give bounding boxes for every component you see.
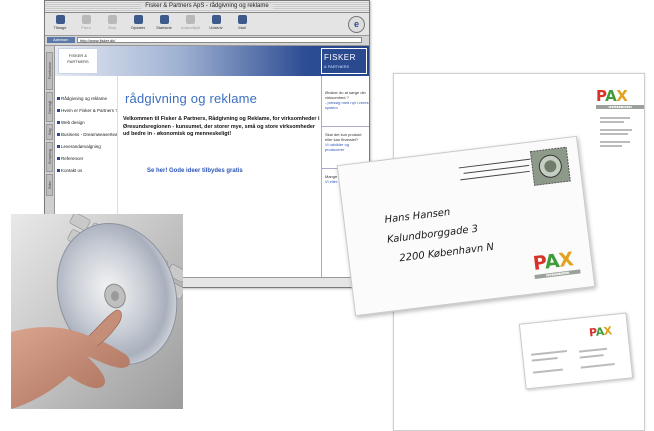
side-tab-search[interactable]: Søg bbox=[46, 124, 53, 140]
forward-arrow-icon bbox=[81, 15, 91, 24]
back-button[interactable]: Tilbage bbox=[51, 15, 69, 30]
site-logo[interactable]: FISKER & PARTNERS bbox=[58, 48, 98, 74]
pax-logo-letterhead: PAX KOMMUNIKATION bbox=[596, 86, 644, 109]
pax-logo-card: PAX bbox=[588, 324, 613, 340]
side-tab-scrapbook[interactable]: Scrapbog bbox=[46, 142, 53, 172]
site-banner: FISKER & PARTNERS FISKER & PARTNERS bbox=[55, 46, 369, 76]
envelope: Hans Hansen Kalundborggade 3 2200 Københ… bbox=[336, 135, 596, 317]
nav-item-leverandor[interactable]: Leverandørvalgning bbox=[57, 144, 117, 150]
browser-logo-icon: e bbox=[348, 16, 365, 33]
printer-icon bbox=[211, 15, 221, 24]
nav-item-web-design[interactable]: Web design bbox=[57, 120, 117, 126]
side-tab-pages[interactable]: Sider bbox=[46, 174, 53, 196]
home-button[interactable]: Startside bbox=[155, 15, 173, 30]
card-text-line bbox=[580, 363, 615, 369]
welcome-text: Velkommen til Fisker & Partners, Rådgivn… bbox=[123, 116, 320, 138]
back-arrow-icon bbox=[55, 15, 65, 24]
side-tab-history[interactable]: Oversigt bbox=[46, 92, 53, 122]
cd-photo-illustration bbox=[11, 214, 183, 409]
card-text-line bbox=[579, 354, 604, 359]
nav-item-referencer[interactable]: Referencer bbox=[57, 156, 117, 162]
print-button[interactable]: Udskriv bbox=[207, 15, 225, 30]
refresh-button[interactable]: Opdater bbox=[129, 15, 147, 30]
address-label: Adresse: bbox=[47, 37, 75, 43]
letterhead-address-block bbox=[600, 115, 640, 149]
right-block-2: Skal det kun produkt eller kan finansiel… bbox=[325, 132, 369, 152]
photo-hand-holding-cd bbox=[11, 214, 183, 409]
mail-button[interactable]: Mail bbox=[233, 15, 251, 30]
brand-box: FISKER & PARTNERS bbox=[321, 48, 367, 74]
card-text-line bbox=[531, 356, 558, 362]
nav-item-raadgivning[interactable]: Rådgivning og reklame bbox=[57, 96, 117, 102]
postage-stamp-icon bbox=[529, 146, 571, 186]
brand-sub: & PARTNERS bbox=[324, 64, 350, 69]
recipient-address: Hans Hansen Kalundborggade 3 2200 Københ… bbox=[384, 191, 550, 270]
nav-item-kontakt[interactable]: Kontakt os bbox=[57, 168, 117, 174]
stop-button[interactable]: Stop bbox=[103, 15, 121, 30]
nav-item-hvem-er[interactable]: Hvem er Fisker & Partners ? bbox=[57, 108, 117, 114]
card-text-line bbox=[532, 368, 563, 374]
autofill-icon bbox=[185, 15, 195, 24]
side-tab-favorites[interactable]: Foretrukne bbox=[46, 52, 53, 90]
card-text-line bbox=[578, 347, 608, 353]
brand-name: FISKER bbox=[324, 53, 356, 62]
window-title: Fisker & Partners ApS - rådgivning og re… bbox=[141, 3, 273, 9]
browser-toolbar: Tilbage Frem Stop Opdater Startside Auto… bbox=[45, 13, 369, 36]
nav-item-business[interactable]: Business - Dreamweaverteam bbox=[57, 132, 117, 138]
autofill-button[interactable]: Autoudfyld bbox=[181, 15, 200, 30]
mail-icon bbox=[237, 15, 247, 24]
window-titlebar[interactable]: Fisker & Partners ApS - rådgivning og re… bbox=[45, 1, 369, 13]
stop-icon bbox=[107, 15, 117, 24]
divider bbox=[322, 126, 369, 127]
address-bar: Adresse: http://www.fisker.dk/ bbox=[45, 36, 369, 46]
business-card: PAX bbox=[518, 312, 634, 390]
address-input[interactable]: http://www.fisker.dk/ bbox=[77, 37, 362, 43]
pax-logo-envelope: PAX KOMMUNIKATION bbox=[532, 248, 581, 279]
cta-link[interactable]: Se her! Gode ideer tilbydes gratis bbox=[147, 168, 317, 174]
refresh-icon bbox=[133, 15, 143, 24]
home-icon bbox=[159, 15, 169, 24]
right-block-2-link[interactable]: Vi udvikler og producerer bbox=[325, 142, 369, 152]
page-headline: rådgivning og reklame bbox=[125, 91, 258, 106]
right-block-1: Ønsker du at sørge din virksomhed ? - pr… bbox=[325, 90, 369, 110]
card-text-line bbox=[531, 349, 568, 356]
right-block-1-link[interactable]: - pressig med nyt i vores system bbox=[325, 100, 369, 110]
forward-button[interactable]: Frem bbox=[77, 15, 95, 30]
